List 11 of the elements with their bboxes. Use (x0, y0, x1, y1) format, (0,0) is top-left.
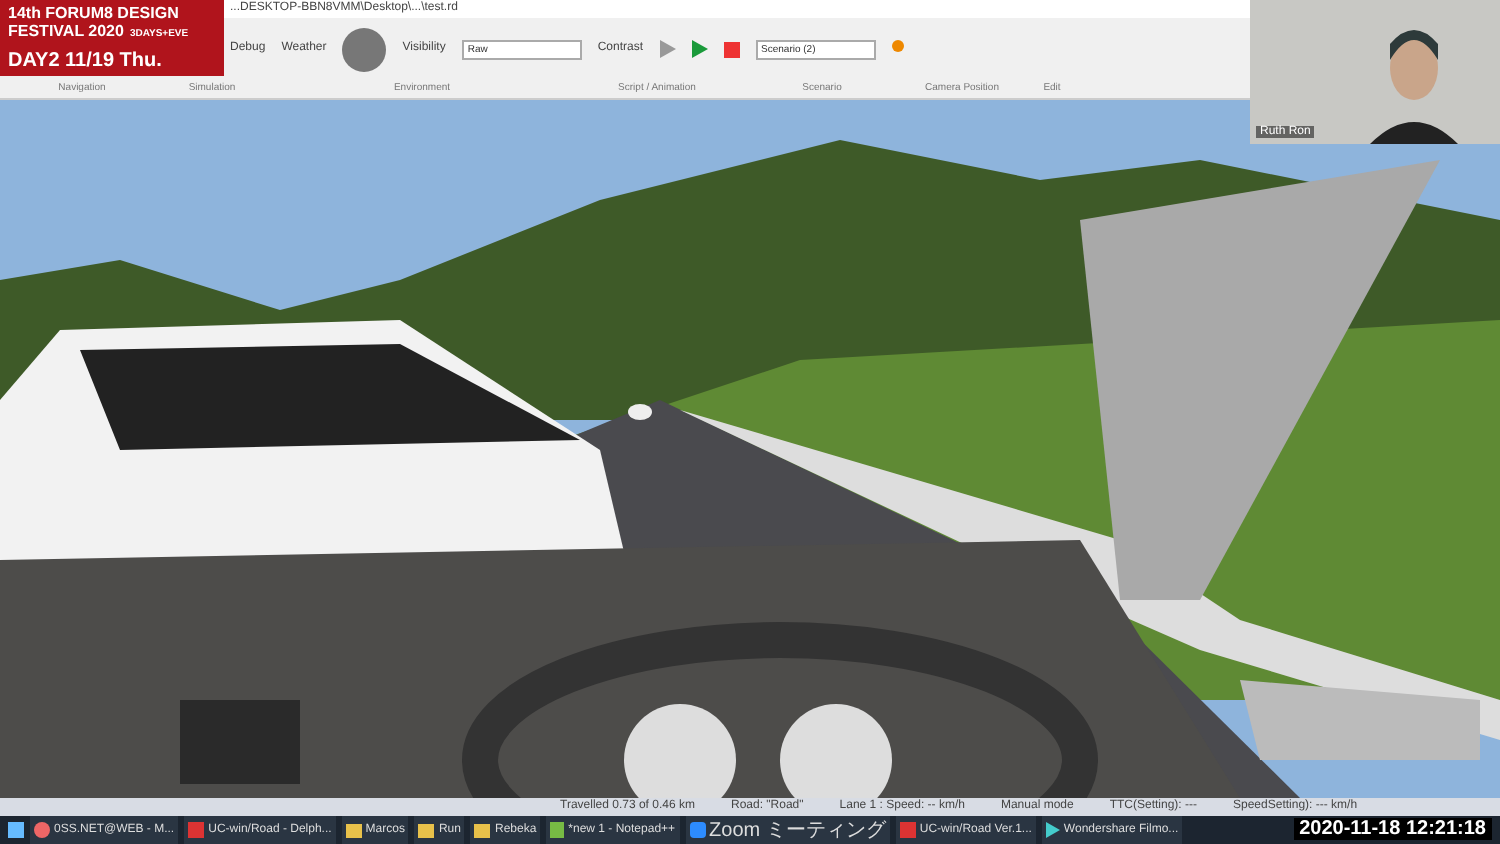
folder-icon (345, 823, 362, 837)
notepad-icon (550, 822, 565, 838)
folder-icon (474, 823, 491, 837)
play-icon (1045, 822, 1060, 838)
banner-date: DAY2 11/19 Thu. (8, 50, 164, 72)
pin-icon[interactable] (891, 40, 904, 58)
stop-icon[interactable] (723, 41, 740, 57)
taskbar-button[interactable]: Zoom ミーティング (685, 816, 890, 844)
folder-icon (418, 823, 435, 837)
timestamp: 2020-11-18 12:21:18 (1293, 818, 1492, 840)
banner-title: 14th FORUM8 DESIGN (8, 4, 181, 22)
